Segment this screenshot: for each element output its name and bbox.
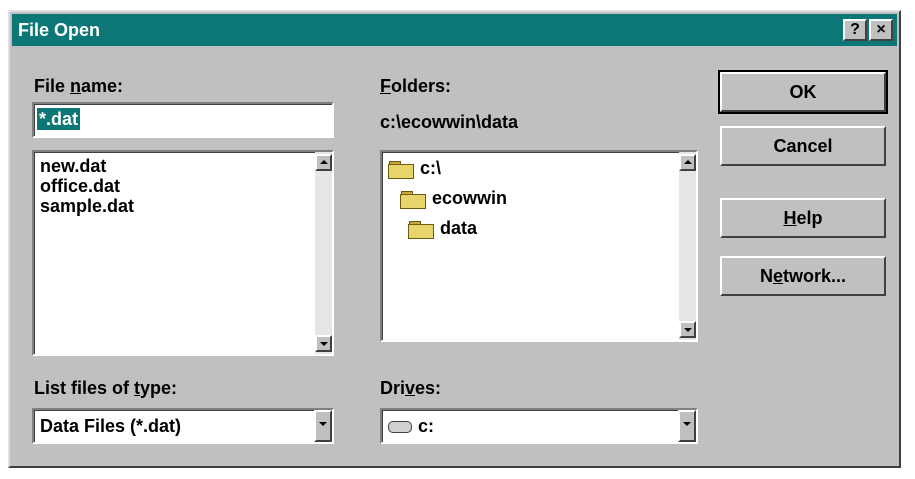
title-bar: File Open ? ×	[12, 14, 897, 46]
open-folder-icon	[388, 160, 414, 179]
folder-tree-scrollbar[interactable]	[679, 152, 696, 340]
close-title-button[interactable]: ×	[869, 19, 893, 41]
window-title: File Open	[18, 20, 101, 40]
list-item[interactable]: sample.dat	[40, 196, 134, 216]
folder-item[interactable]: c:\	[388, 158, 441, 179]
drive-icon	[388, 421, 412, 434]
file-type-dropdown-button[interactable]	[314, 410, 332, 442]
file-name-label: File name:	[34, 76, 124, 96]
network-button[interactable]: Ne twork...	[720, 256, 886, 296]
help-title-button[interactable]: ?	[843, 19, 867, 41]
folders-label: Folders:	[380, 76, 452, 96]
drives-select[interactable]: c:	[380, 408, 698, 444]
folder-tree[interactable]: c:\ ecowwin data	[380, 150, 698, 342]
file-list-scrollbar[interactable]	[315, 152, 332, 354]
file-open-dialog: File Open ? × File name: *.dat new.dat o…	[8, 10, 901, 468]
file-type-select[interactable]: Data Files (*.dat)	[32, 408, 334, 444]
file-list[interactable]: new.dat office.dat sample.dat	[32, 150, 334, 356]
help-button[interactable]: Help	[720, 198, 886, 238]
arrow-up-icon	[683, 160, 692, 164]
file-type-label: List files of type:	[34, 378, 178, 398]
file-type-value: Data Files (*.dat)	[40, 416, 182, 436]
arrow-up-icon	[319, 160, 328, 164]
cancel-button[interactable]: Cancel	[720, 126, 886, 166]
list-item[interactable]: new.dat	[40, 156, 134, 176]
arrow-down-icon	[683, 328, 692, 332]
file-name-input[interactable]: *.dat	[32, 102, 334, 138]
folder-item[interactable]: ecowwin	[400, 188, 507, 209]
scroll-down-button[interactable]	[315, 335, 332, 352]
drives-label: Drives:	[380, 378, 442, 398]
list-item[interactable]: office.dat	[40, 176, 134, 196]
current-folder-path: c:\ecowwin\data	[380, 112, 519, 132]
file-name-value: *.dat	[37, 108, 81, 130]
scroll-up-button[interactable]	[679, 154, 696, 171]
arrow-down-icon	[319, 342, 328, 346]
drives-dropdown-button[interactable]	[678, 410, 696, 442]
scroll-down-button[interactable]	[679, 321, 696, 338]
open-folder-icon	[400, 190, 426, 209]
folder-item[interactable]: data	[408, 218, 477, 239]
drives-value: c:	[388, 416, 434, 437]
chevron-down-icon	[683, 422, 691, 426]
scroll-up-button[interactable]	[315, 154, 332, 171]
open-folder-icon	[408, 220, 434, 239]
chevron-down-icon	[319, 422, 327, 426]
ok-button[interactable]: OK	[718, 70, 888, 114]
